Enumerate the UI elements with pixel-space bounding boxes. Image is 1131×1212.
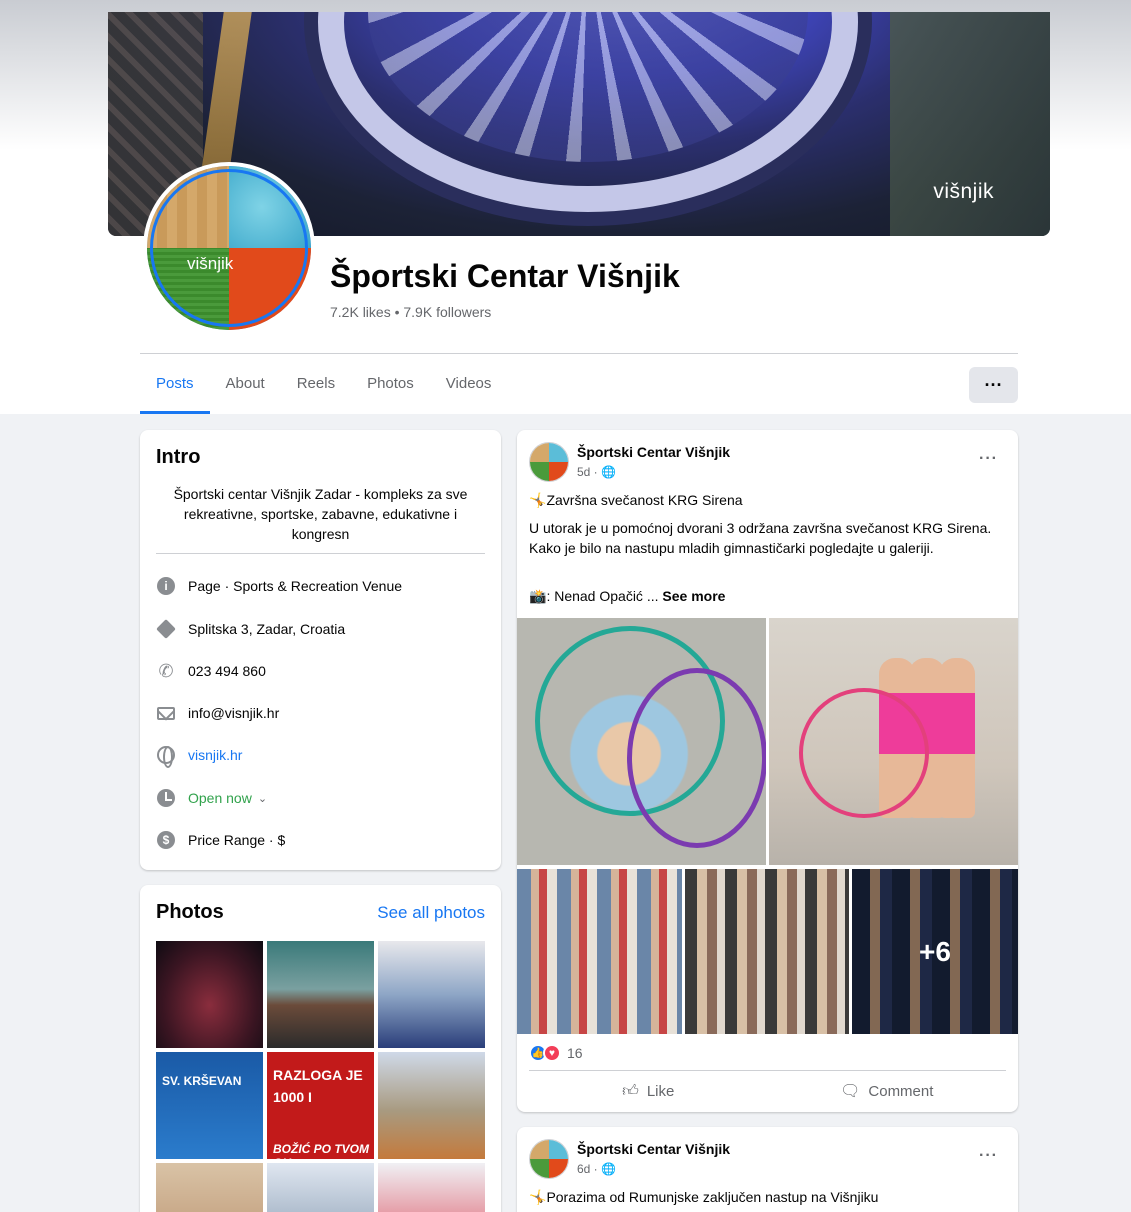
- photo-thumbnail[interactable]: [378, 941, 485, 1048]
- profile-logo: višnjik: [187, 254, 234, 273]
- feed-post: Športski Centar Višnjik 6d · 🌐 ··· 🤸Pora…: [517, 1127, 1018, 1212]
- comment-button[interactable]: 🗨︎ Comment: [768, 1074, 1007, 1108]
- thumbnail-caption: RAZLOGA JE 1000 I: [273, 1067, 363, 1105]
- intro-bio: Športski centar Višnjik Zadar - kompleks…: [173, 486, 468, 542]
- post-photo[interactable]: [769, 618, 1018, 865]
- comment-icon: 🗨︎: [840, 1083, 861, 1100]
- page-title: Športski Centar Višnjik: [330, 258, 680, 294]
- profile-picture[interactable]: višnjik: [143, 162, 315, 334]
- tab-about[interactable]: About: [210, 354, 281, 414]
- thumbs-up-icon: 👍︎: [622, 1082, 639, 1100]
- photos-grid: SV. KRŠEVAN RAZLOGA JE 1000 I BOŽIĆ PO T…: [156, 941, 485, 1212]
- post-options-button[interactable]: ···: [979, 450, 998, 468]
- info-category-text: Page · Sports & Recreation Venue: [188, 578, 403, 594]
- post-author[interactable]: Športski Centar Višnjik: [577, 1141, 730, 1157]
- photo-thumbnail[interactable]: [156, 941, 263, 1048]
- price-icon: $: [156, 830, 176, 850]
- info-email-text: info@visnjik.hr: [188, 705, 280, 721]
- see-all-photos-link[interactable]: See all photos: [377, 903, 485, 923]
- photos-card: Photos See all photos SV. KRŠEVAN RAZLOG…: [140, 885, 501, 1212]
- mail-icon: [156, 703, 176, 723]
- tab-posts[interactable]: Posts: [140, 354, 210, 414]
- chevron-down-icon[interactable]: ⌄: [258, 792, 267, 805]
- cover-logo: višnjik: [933, 180, 994, 203]
- post-avatar[interactable]: [529, 442, 569, 482]
- post-photo[interactable]: [685, 869, 849, 1034]
- photo-thumbnail[interactable]: [267, 1163, 374, 1212]
- more-photos-count[interactable]: +6: [852, 869, 1018, 1034]
- page-tabs: Posts About Reels Photos Videos: [140, 354, 507, 414]
- reaction-count[interactable]: 16: [567, 1045, 583, 1061]
- info-category: i Page · Sports & Recreation Venue: [156, 576, 485, 596]
- photo-thumbnail[interactable]: [267, 941, 374, 1048]
- photo-thumbnail[interactable]: [156, 1163, 263, 1212]
- photo-thumbnail[interactable]: [378, 1052, 485, 1159]
- post-photo[interactable]: [517, 618, 766, 865]
- photo-thumbnail[interactable]: RAZLOGA JE 1000 I BOŽIĆ PO TVOM GU: [267, 1052, 374, 1159]
- post-author[interactable]: Športski Centar Višnjik: [577, 444, 730, 460]
- post-photo-more[interactable]: +6: [852, 869, 1018, 1034]
- intro-title: Intro: [156, 446, 201, 468]
- thumbnail-caption: SV. KRŠEVAN: [162, 1074, 242, 1088]
- thumbnail-caption: BOŽIĆ PO TVOM GU: [273, 1142, 369, 1159]
- info-address[interactable]: Splitska 3, Zadar, Croatia: [156, 619, 485, 639]
- info-website-link[interactable]: visnjik.hr: [188, 747, 242, 763]
- post-photo[interactable]: [517, 869, 682, 1034]
- post-actions: 👍︎ Like 🗨︎ Comment: [529, 1074, 1006, 1108]
- clock-icon: [156, 788, 176, 808]
- gymnast-emoji-icon: 🤸: [529, 492, 547, 508]
- post-options-button[interactable]: ···: [979, 1147, 998, 1165]
- info-hours-text[interactable]: Open now: [188, 790, 252, 806]
- gymnast-emoji-icon: 🤸: [529, 1189, 547, 1205]
- post-avatar[interactable]: [529, 1139, 569, 1179]
- see-more-link[interactable]: See more: [662, 588, 725, 604]
- info-hours[interactable]: Open now ⌄: [156, 788, 485, 808]
- photo-thumbnail[interactable]: SV. KRŠEVAN: [156, 1052, 263, 1159]
- post-timestamp[interactable]: 6d · 🌐: [577, 1162, 616, 1176]
- intro-divider: [156, 553, 485, 554]
- intro-card: Intro Športski centar Višnjik Zadar - ko…: [140, 430, 501, 870]
- more-options-button[interactable]: ···: [969, 367, 1018, 403]
- post-timestamp[interactable]: 5d · 🌐: [577, 465, 616, 479]
- post-media-gallery: +6: [517, 618, 1018, 1034]
- info-email[interactable]: info@visnjik.hr: [156, 703, 485, 723]
- info-price-text: Price Range · $: [188, 832, 286, 848]
- post-credit: 📸: Nenad Opačić ... See more: [529, 588, 726, 604]
- page-stats[interactable]: 7.2K likes • 7.9K followers: [330, 304, 491, 320]
- feed-post: Športski Centar Višnjik 5d · 🌐 ··· 🤸Zavr…: [517, 430, 1018, 1112]
- info-address-text: Splitska 3, Zadar, Croatia: [188, 621, 346, 637]
- info-phone-text: 023 494 860: [188, 663, 266, 679]
- photo-thumbnail[interactable]: [378, 1163, 485, 1212]
- tab-videos[interactable]: Videos: [430, 354, 508, 414]
- tab-photos[interactable]: Photos: [351, 354, 430, 414]
- camera-emoji-icon: 📸: [529, 588, 547, 604]
- reactions-summary[interactable]: 👍 ♥ 16: [529, 1044, 583, 1062]
- tab-reels[interactable]: Reels: [281, 354, 351, 414]
- info-website[interactable]: visnjik.hr: [156, 745, 485, 768]
- post-divider: [529, 1070, 1006, 1071]
- phone-icon: ✆: [158, 661, 174, 681]
- info-price: $ Price Range · $: [156, 830, 485, 850]
- info-icon: i: [156, 576, 176, 596]
- post-headline: 🤸Završna svečanost KRG Sirena: [529, 492, 743, 508]
- post-headline: 🤸Porazima od Rumunjske zaključen nastup …: [529, 1189, 879, 1205]
- globe-icon: [156, 745, 176, 768]
- info-phone[interactable]: ✆ 023 494 860: [156, 661, 485, 681]
- like-button[interactable]: 👍︎ Like: [529, 1074, 768, 1108]
- location-icon: [156, 619, 176, 639]
- photos-title: Photos: [156, 901, 224, 923]
- love-reaction-icon: ♥: [543, 1044, 561, 1062]
- page-header: višnjik višnjik Športski Centar Višnjik …: [0, 0, 1131, 414]
- post-body: U utorak je u pomoćnoj dvorani 3 održana…: [529, 520, 992, 556]
